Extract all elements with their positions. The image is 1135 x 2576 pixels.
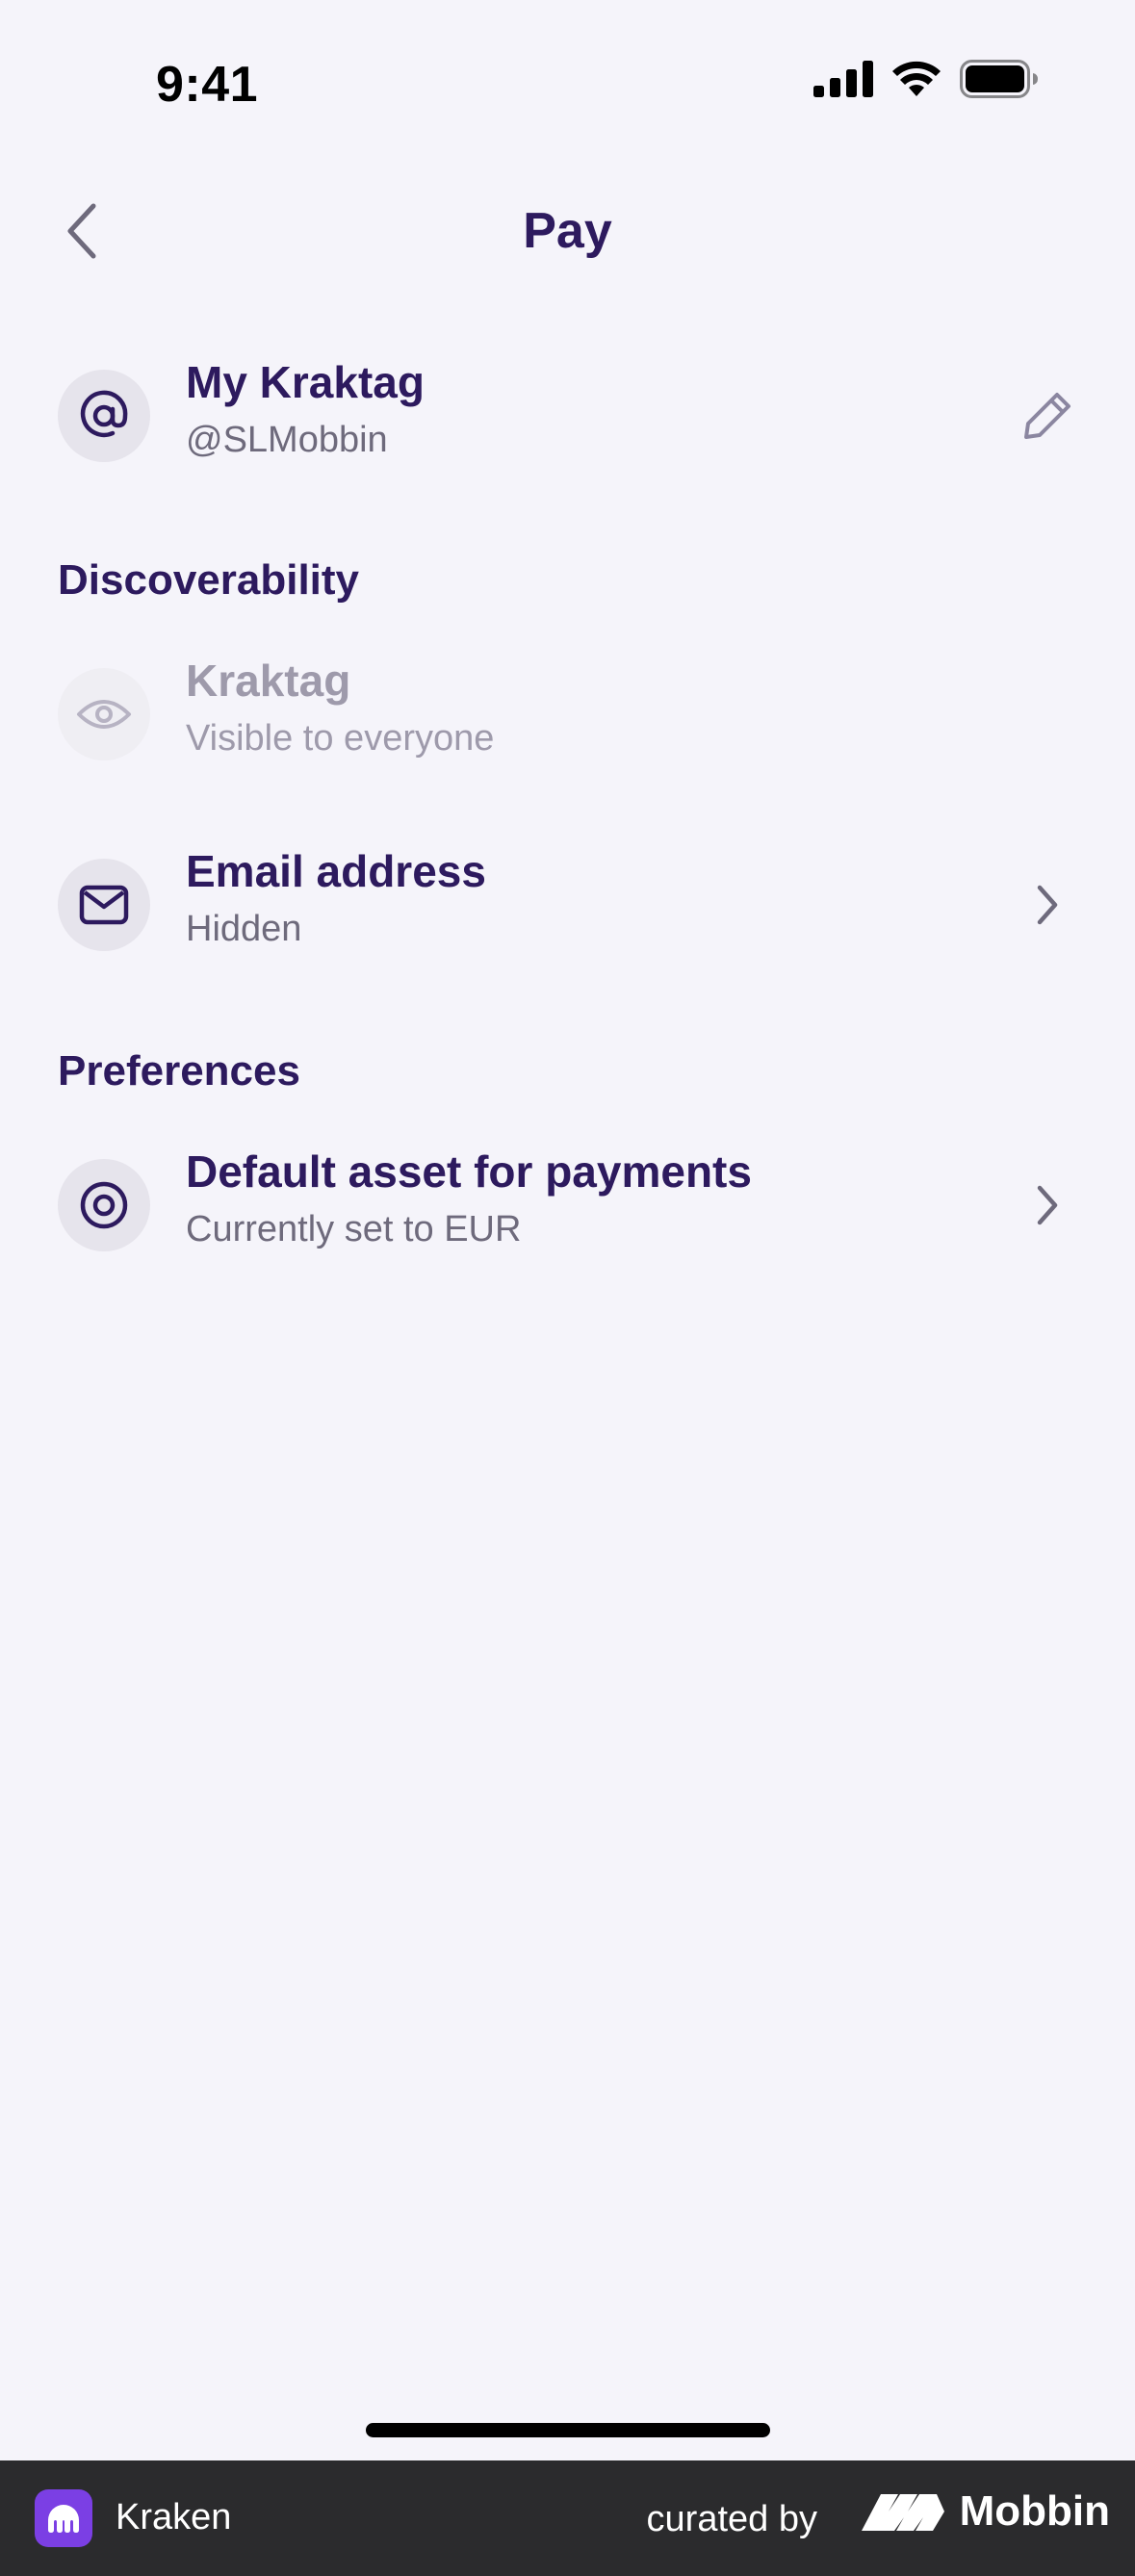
discoverability-heading: Discoverability: [58, 556, 360, 604]
eye-icon: [77, 700, 131, 729]
nav-bar: Pay: [0, 183, 1135, 279]
pencil-icon: [1024, 393, 1071, 439]
footer-curated-by: curated by: [646, 2499, 817, 2539]
kraktag-visibility-row: Kraktag Visible to everyone: [58, 655, 1078, 780]
default-asset-title: Default asset for payments: [186, 1146, 752, 1197]
kraktag-visibility-subtitle: Visible to everyone: [186, 718, 495, 759]
default-asset-row[interactable]: Default asset for payments Currently set…: [58, 1146, 1078, 1271]
attribution-footer: Kraken curated by Mobbin: [0, 2460, 1135, 2576]
mobbin-logo-icon: [861, 2494, 944, 2531]
at-sign-icon: [80, 390, 128, 438]
footer-app-name: Kraken: [116, 2497, 232, 2537]
email-address-chevron: [1017, 874, 1078, 936]
edit-kraktag-button[interactable]: [1017, 385, 1078, 447]
envelope-icon: [79, 885, 129, 925]
default-asset-icon-circle: [58, 1159, 150, 1251]
status-time: 9:41: [156, 57, 259, 113]
preferences-heading: Preferences: [58, 1047, 300, 1095]
my-kraktag-row[interactable]: My Kraktag @SLMobbin: [58, 356, 1078, 481]
mobbin-brand: Mobbin: [860, 2487, 1110, 2536]
status-bar: 9:41: [0, 0, 1135, 144]
kraktag-title: My Kraktag: [186, 357, 425, 407]
chevron-right-icon: [1037, 885, 1058, 925]
kraktag-visibility-icon-circle: [58, 668, 150, 760]
battery-icon: [960, 60, 1038, 98]
kraktag-visibility-title: Kraktag: [186, 656, 351, 706]
email-address-row[interactable]: Email address Hidden: [58, 845, 1078, 970]
cellular-signal-icon: [813, 61, 873, 97]
target-icon: [80, 1181, 128, 1229]
email-address-subtitle: Hidden: [186, 909, 302, 949]
default-asset-chevron: [1017, 1174, 1078, 1236]
status-icons: [813, 60, 1039, 98]
chevron-right-icon: [1037, 1185, 1058, 1225]
kraken-logo-icon: [35, 2489, 92, 2547]
email-address-title: Email address: [186, 846, 486, 896]
kraktag-icon-circle: [58, 370, 150, 462]
kraktag-handle: @SLMobbin: [186, 420, 388, 460]
email-icon-circle: [58, 859, 150, 951]
default-asset-subtitle: Currently set to EUR: [186, 1209, 522, 1249]
home-indicator[interactable]: [366, 2423, 770, 2437]
page-title: Pay: [523, 203, 612, 259]
wifi-icon: [892, 61, 941, 96]
footer-brand-name: Mobbin: [959, 2487, 1110, 2535]
